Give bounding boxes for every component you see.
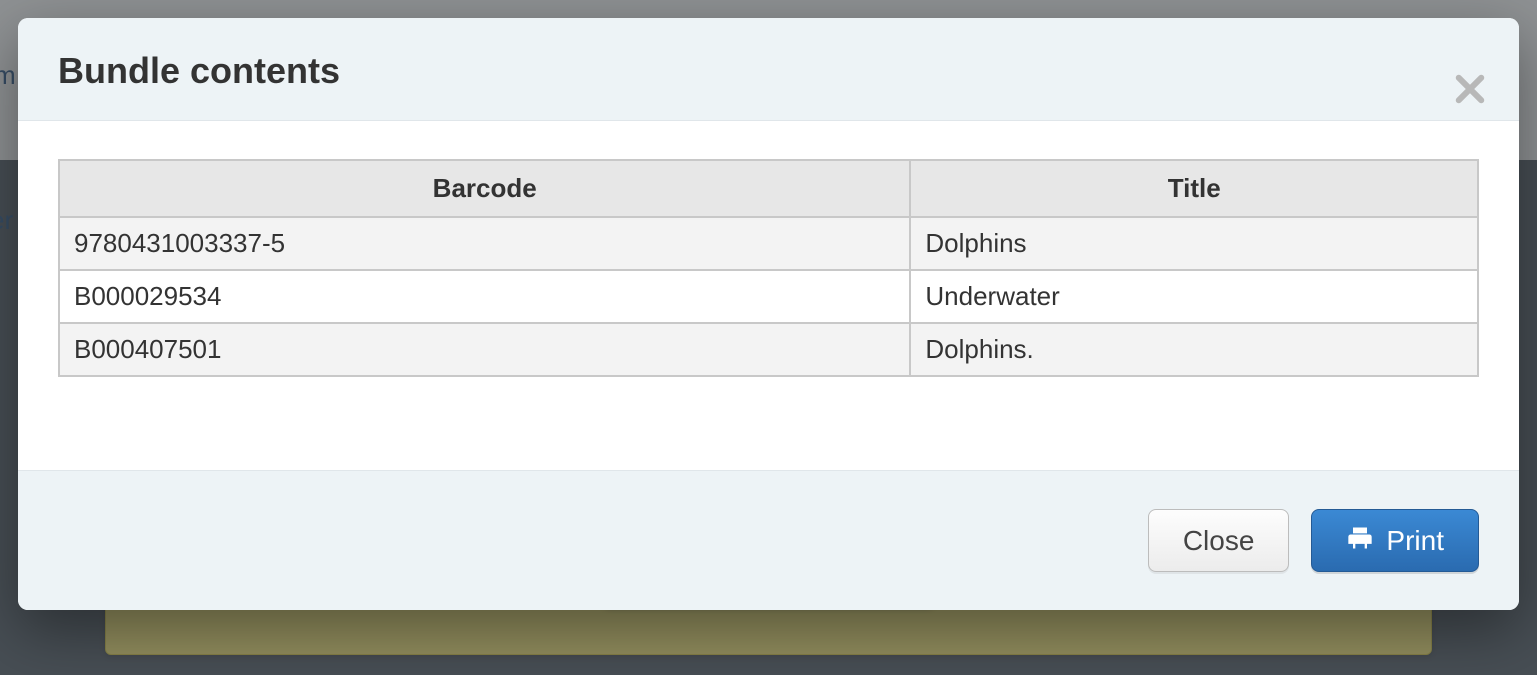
bundle-contents-table: Barcode Title 9780431003337-5 Dolphins B… bbox=[58, 159, 1479, 377]
print-icon bbox=[1346, 524, 1374, 557]
close-icon[interactable] bbox=[1455, 74, 1485, 104]
print-button[interactable]: Print bbox=[1311, 509, 1479, 572]
table-row: B000029534 Underwater bbox=[59, 270, 1478, 323]
table-row: B000407501 Dolphins. bbox=[59, 323, 1478, 376]
modal-footer: Close Print bbox=[18, 470, 1519, 610]
close-button[interactable]: Close bbox=[1148, 509, 1290, 572]
cell-title: Dolphins bbox=[910, 217, 1478, 270]
close-button-label: Close bbox=[1183, 527, 1255, 555]
modal-body: Barcode Title 9780431003337-5 Dolphins B… bbox=[18, 121, 1519, 470]
col-header-title: Title bbox=[910, 160, 1478, 217]
cell-barcode: 9780431003337-5 bbox=[59, 217, 910, 270]
cell-title: Underwater bbox=[910, 270, 1478, 323]
table-header-row: Barcode Title bbox=[59, 160, 1478, 217]
table-row: 9780431003337-5 Dolphins bbox=[59, 217, 1478, 270]
cell-title: Dolphins. bbox=[910, 323, 1478, 376]
cell-barcode: B000407501 bbox=[59, 323, 910, 376]
col-header-barcode: Barcode bbox=[59, 160, 910, 217]
modal-title: Bundle contents bbox=[58, 50, 1479, 92]
cell-barcode: B000029534 bbox=[59, 270, 910, 323]
bundle-contents-modal: Bundle contents Barcode Title 9780431003… bbox=[18, 18, 1519, 610]
modal-header: Bundle contents bbox=[18, 18, 1519, 121]
print-button-label: Print bbox=[1386, 527, 1444, 555]
